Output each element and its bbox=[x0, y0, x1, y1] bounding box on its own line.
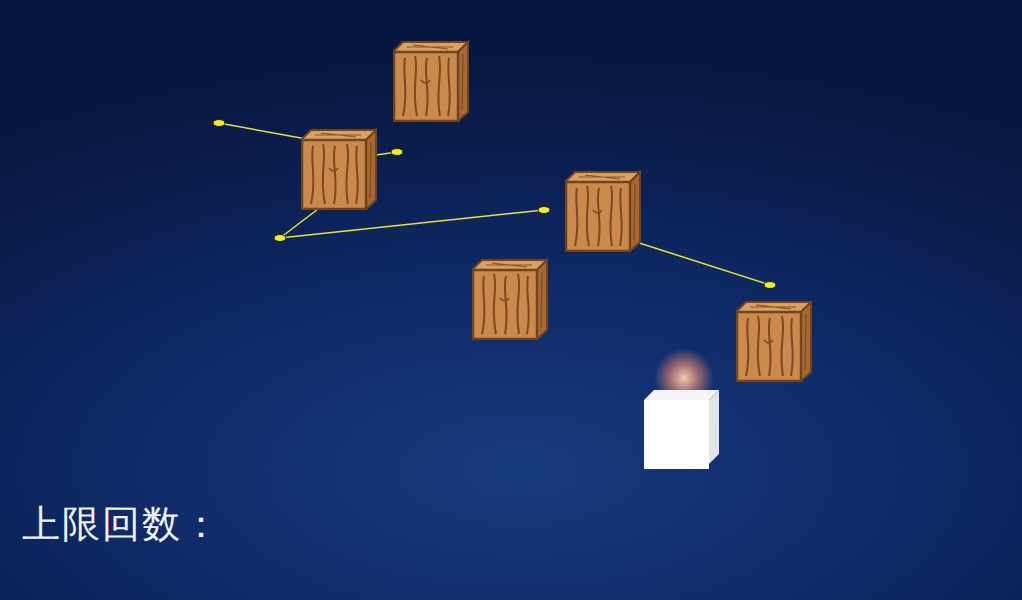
wooden-crate[interactable] bbox=[736, 300, 812, 382]
limit-count-label: 上限回数： bbox=[20, 498, 224, 552]
wooden-crate[interactable] bbox=[472, 258, 548, 340]
game-stage[interactable]: 上限回数： bbox=[0, 0, 1022, 600]
wooden-crate[interactable] bbox=[565, 170, 641, 252]
player-cube[interactable] bbox=[644, 388, 720, 470]
wooden-crate[interactable] bbox=[301, 128, 377, 210]
wooden-crate[interactable] bbox=[393, 40, 469, 122]
